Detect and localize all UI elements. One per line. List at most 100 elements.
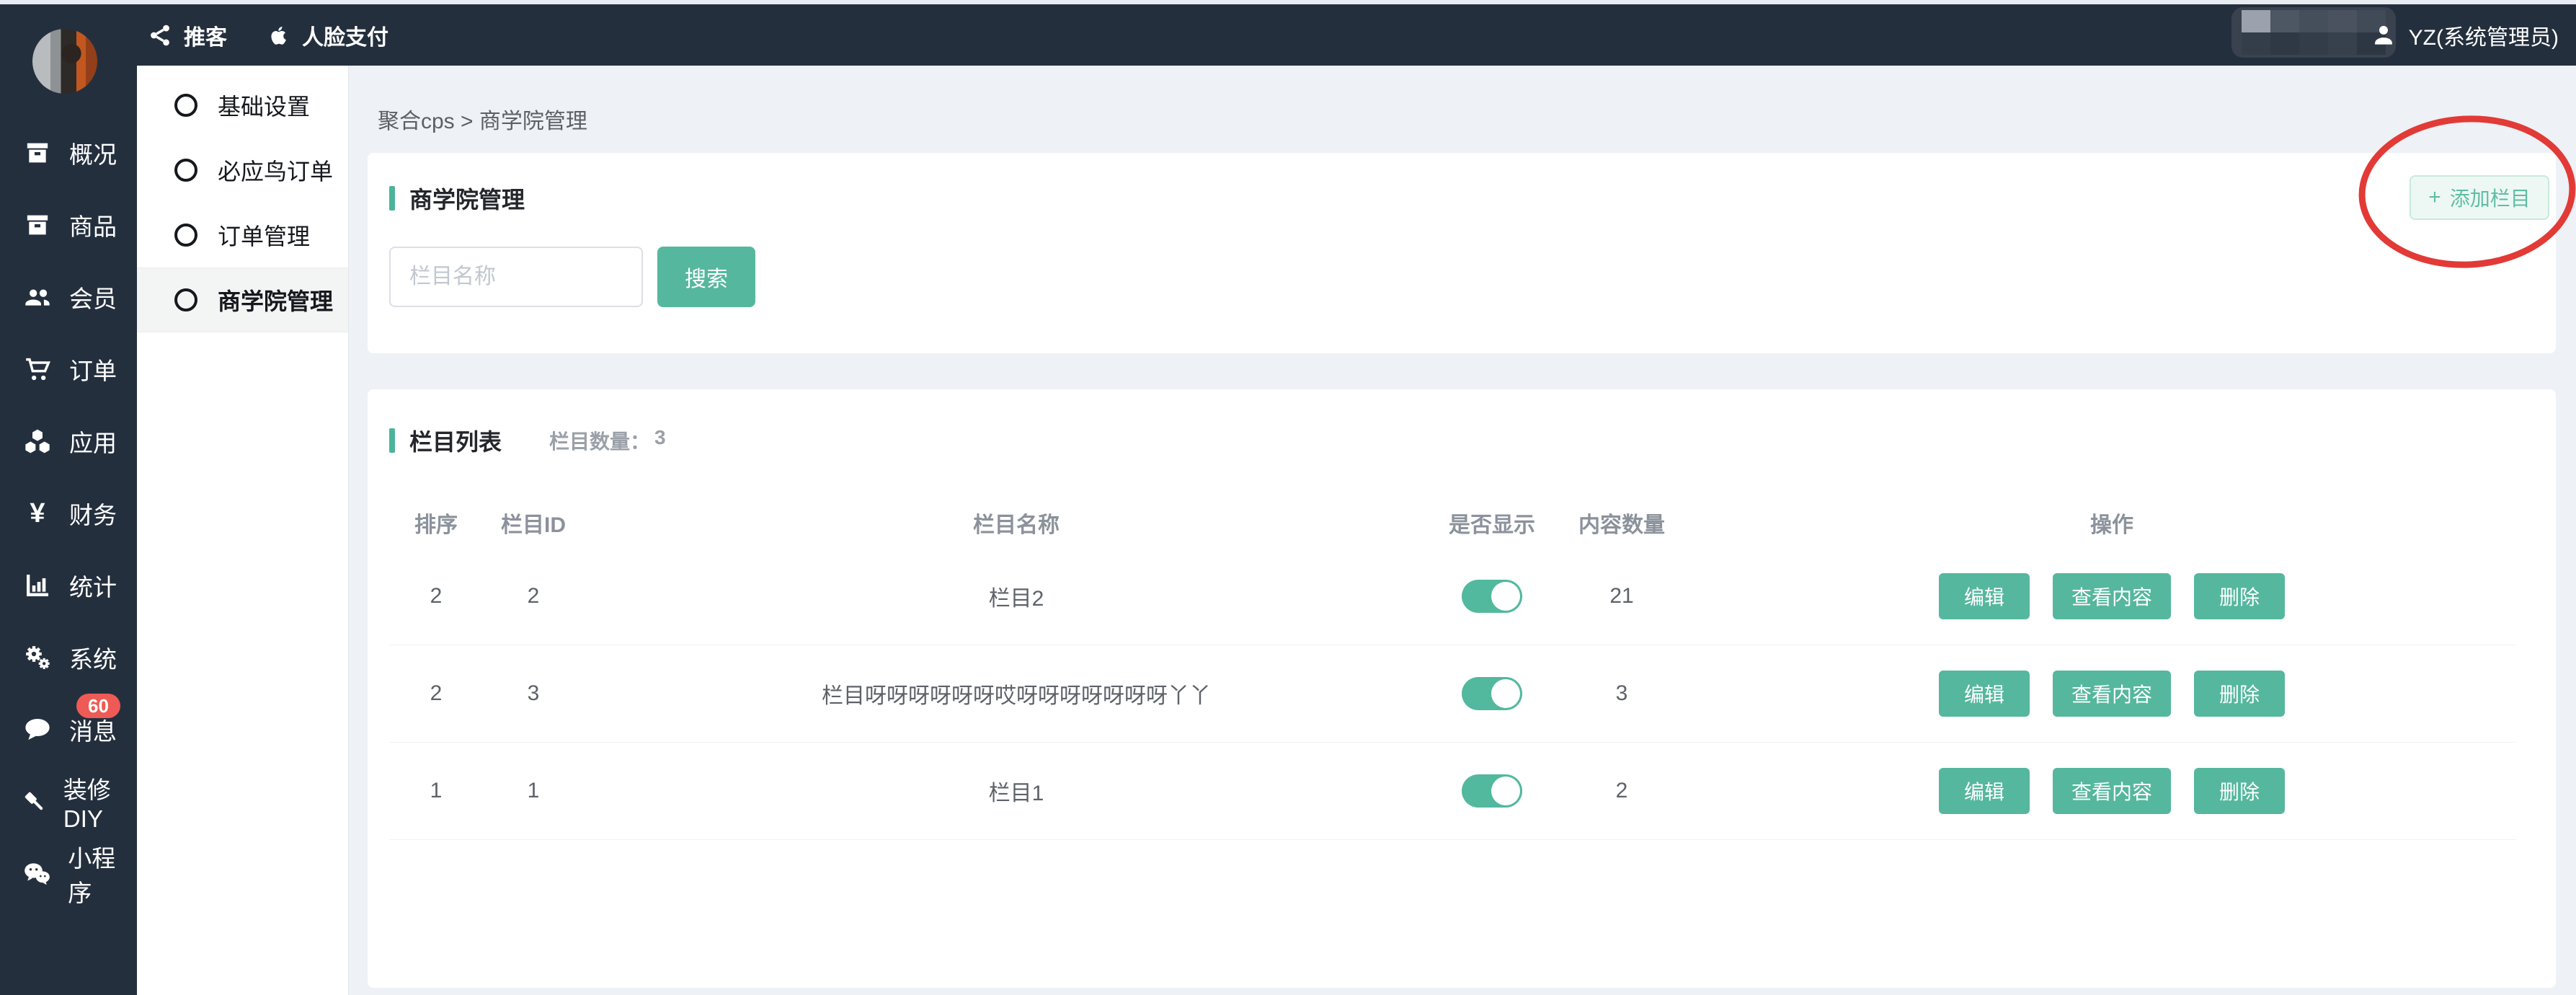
cell-visible bbox=[1449, 580, 1535, 613]
topbar-nav-item[interactable]: 推客 bbox=[148, 19, 227, 51]
cell-actions: 编辑查看内容删除 bbox=[1708, 573, 2515, 619]
action-delete-button[interactable]: 删除 bbox=[2194, 671, 2285, 717]
submenu-item-商学院管理[interactable]: 商学院管理 bbox=[137, 267, 348, 332]
sidebar-item-概况[interactable]: 概况 bbox=[0, 117, 137, 189]
plus-icon: + bbox=[2428, 187, 2441, 208]
sidebar-item-label: 财务 bbox=[69, 496, 117, 531]
sidebar-item-财务[interactable]: ¥财务 bbox=[0, 477, 137, 549]
action-view-content-button[interactable]: 查看内容 bbox=[2053, 768, 2171, 814]
screen-top-edge bbox=[0, 0, 2576, 4]
chart-icon bbox=[19, 571, 56, 600]
topbar-nav: 推客 人脸支付 bbox=[148, 4, 388, 66]
cell-actions: 编辑查看内容删除 bbox=[1708, 671, 2515, 717]
cell-count: 21 bbox=[1535, 584, 1708, 609]
sidebar-item-商品[interactable]: 商品 bbox=[0, 189, 137, 261]
action-delete-button[interactable]: 删除 bbox=[2194, 573, 2285, 619]
user-menu[interactable]: YZ(系统管理员) bbox=[2370, 4, 2559, 66]
columns-table: 排序栏目ID栏目名称是否显示内容数量操作 22栏目221编辑查看内容删除23栏目… bbox=[389, 498, 2515, 840]
sidebar: 概况商品会员订单应用 ¥财务统计系统消息60装修DIY小程序 bbox=[0, 0, 137, 995]
cart-icon bbox=[19, 355, 56, 384]
panel2-header: 栏目列表 栏目数量： 3 bbox=[389, 424, 666, 457]
submenu: 基础设置必应鸟订单订单管理商学院管理 bbox=[137, 66, 349, 995]
sidebar-item-系统[interactable]: 系统 bbox=[0, 622, 137, 694]
cell-actions: 编辑查看内容删除 bbox=[1708, 768, 2515, 814]
cell-count: 2 bbox=[1535, 779, 1708, 803]
topbar-nav-label: 推客 bbox=[184, 19, 227, 51]
table-row: 22栏目221编辑查看内容删除 bbox=[389, 548, 2515, 645]
submenu-item-label: 订单管理 bbox=[218, 218, 310, 252]
submenu-item-订单管理[interactable]: 订单管理 bbox=[137, 203, 348, 267]
breadcrumb[interactable]: 聚合cps > 商学院管理 bbox=[378, 103, 587, 135]
sidebar-menu: 概况商品会员订单应用 ¥财务统计系统消息60装修DIY小程序 bbox=[0, 117, 137, 910]
sidebar-item-label: 订单 bbox=[69, 352, 117, 386]
circle-icon bbox=[174, 288, 197, 311]
main-content: 聚合cps > 商学院管理 商学院管理 搜索 + 添加栏目 栏目列表 栏目数量：… bbox=[348, 66, 2576, 995]
toggle-knob bbox=[1491, 582, 1520, 611]
circle-icon bbox=[174, 94, 197, 117]
sidebar-item-消息[interactable]: 消息60 bbox=[0, 694, 137, 766]
table-body: 22栏目221编辑查看内容删除23栏目呀呀呀呀呀呀哎呀呀呀呀呀呀呀丫丫3编辑查看… bbox=[389, 548, 2515, 840]
visibility-toggle[interactable] bbox=[1462, 677, 1522, 710]
topbar-nav-item[interactable]: 人脸支付 bbox=[266, 19, 388, 51]
redacted-blur-mosaic bbox=[2242, 10, 2386, 55]
visibility-toggle[interactable] bbox=[1462, 774, 1522, 808]
table-row: 11栏目12编辑查看内容删除 bbox=[389, 743, 2515, 840]
column-header: 栏目ID bbox=[483, 507, 584, 539]
accent-bar bbox=[389, 428, 395, 453]
submenu-item-基础设置[interactable]: 基础设置 bbox=[137, 73, 348, 138]
archive-icon bbox=[19, 211, 56, 239]
sidebar-item-装修DIY[interactable]: 装修DIY bbox=[0, 766, 137, 838]
sidebar-item-会员[interactable]: 会员 bbox=[0, 261, 137, 333]
cell-name: 栏目2 bbox=[584, 580, 1449, 612]
sidebar-item-小程序[interactable]: 小程序 bbox=[0, 838, 137, 910]
accent-bar bbox=[389, 186, 395, 211]
cell-visible bbox=[1449, 677, 1535, 710]
sidebar-item-label: 概况 bbox=[69, 136, 117, 170]
sidebar-item-label: 会员 bbox=[69, 280, 117, 314]
column-header: 是否显示 bbox=[1449, 507, 1535, 539]
sidebar-item-订单[interactable]: 订单 bbox=[0, 333, 137, 405]
sidebar-item-统计[interactable]: 统计 bbox=[0, 549, 137, 622]
cell-name: 栏目呀呀呀呀呀呀哎呀呀呀呀呀呀呀丫丫 bbox=[584, 678, 1449, 709]
manage-panel: 商学院管理 搜索 + 添加栏目 bbox=[368, 153, 2556, 353]
cell-count: 3 bbox=[1535, 681, 1708, 706]
action-view-content-button[interactable]: 查看内容 bbox=[2053, 573, 2171, 619]
sidebar-item-label: 装修DIY bbox=[63, 771, 137, 833]
action-edit-button[interactable]: 编辑 bbox=[1939, 573, 2030, 619]
panel1-title: 商学院管理 bbox=[409, 182, 525, 215]
cell-sort: 2 bbox=[389, 584, 483, 609]
column-count-value: 3 bbox=[654, 426, 666, 455]
avatar[interactable] bbox=[32, 29, 97, 94]
action-delete-button[interactable]: 删除 bbox=[2194, 768, 2285, 814]
cubes-icon bbox=[19, 427, 56, 456]
sidebar-item-应用[interactable]: 应用 bbox=[0, 405, 137, 477]
submenu-item-label: 必应鸟订单 bbox=[218, 154, 333, 187]
action-edit-button[interactable]: 编辑 bbox=[1939, 671, 2030, 717]
wechat-icon bbox=[19, 859, 55, 888]
circle-icon bbox=[174, 224, 197, 247]
search-input[interactable] bbox=[389, 247, 643, 307]
unread-badge: 60 bbox=[76, 694, 120, 718]
cell-visible bbox=[1449, 774, 1535, 808]
search-button[interactable]: 搜索 bbox=[657, 247, 755, 307]
archive-icon bbox=[19, 138, 56, 167]
add-column-button[interactable]: + 添加栏目 bbox=[2410, 175, 2549, 220]
action-view-content-button[interactable]: 查看内容 bbox=[2053, 671, 2171, 717]
submenu-item-必应鸟订单[interactable]: 必应鸟订单 bbox=[137, 138, 348, 203]
cell-id: 1 bbox=[483, 779, 584, 803]
cell-name: 栏目1 bbox=[584, 775, 1449, 807]
column-header: 操作 bbox=[1708, 507, 2515, 539]
action-edit-button[interactable]: 编辑 bbox=[1939, 768, 2030, 814]
table-row: 23栏目呀呀呀呀呀呀哎呀呀呀呀呀呀呀丫丫3编辑查看内容删除 bbox=[389, 645, 2515, 743]
cell-sort: 2 bbox=[389, 681, 483, 706]
share-icon bbox=[148, 23, 172, 48]
sidebar-item-label: 应用 bbox=[69, 424, 117, 459]
comment-icon bbox=[19, 715, 56, 744]
visibility-toggle[interactable] bbox=[1462, 580, 1522, 613]
panel2-title: 栏目列表 bbox=[409, 424, 502, 457]
submenu-list: 基础设置必应鸟订单订单管理商学院管理 bbox=[137, 66, 348, 332]
apple-icon bbox=[266, 23, 290, 48]
list-panel: 栏目列表 栏目数量： 3 排序栏目ID栏目名称是否显示内容数量操作 22栏目22… bbox=[368, 389, 2556, 988]
user-icon bbox=[2370, 22, 2397, 49]
column-header: 内容数量 bbox=[1535, 507, 1708, 539]
